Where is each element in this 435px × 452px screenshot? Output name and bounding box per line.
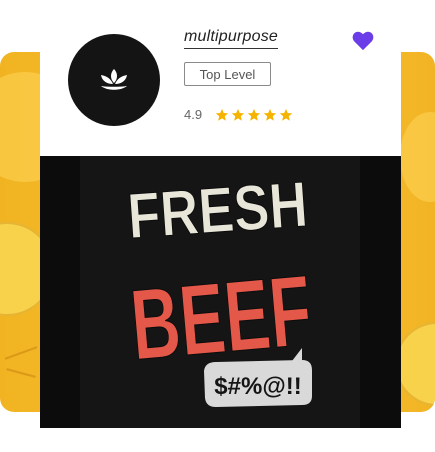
star-icon: [247, 108, 261, 121]
star-rating: [215, 108, 293, 122]
product-card[interactable]: multipurpose Top Level 4.9 FRESH BEEF $#: [40, 0, 401, 428]
product-preview-image[interactable]: FRESH BEEF $#%@!!: [40, 156, 401, 428]
bubble-text: $#%@!!: [214, 373, 301, 400]
rating: 4.9: [184, 107, 293, 122]
level-badge: Top Level: [184, 62, 271, 86]
lotus-icon: [101, 69, 127, 90]
brand-avatar: [68, 34, 160, 126]
artwork-line-1: FRESH: [125, 168, 310, 252]
rating-value: 4.9: [184, 107, 203, 122]
star-icon: [263, 108, 277, 121]
star-icon: [231, 108, 245, 121]
heart-icon[interactable]: [352, 31, 374, 51]
star-icon: [279, 108, 293, 121]
product-title[interactable]: multipurpose: [184, 28, 279, 49]
star-icon: [215, 108, 229, 121]
